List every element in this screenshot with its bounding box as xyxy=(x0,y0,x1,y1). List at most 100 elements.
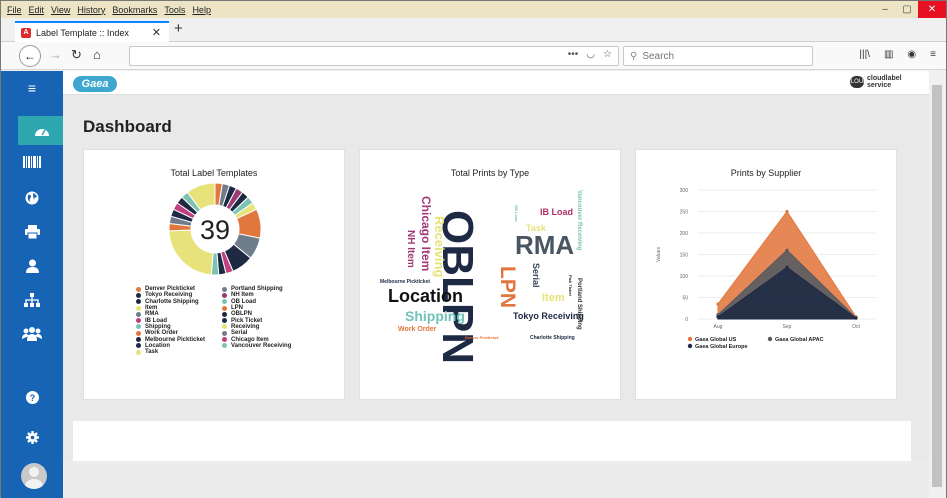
card-title: Prints by Supplier xyxy=(730,168,802,178)
legend-label: Work Order xyxy=(145,330,178,337)
word-cloud-term[interactable]: Shipping xyxy=(405,309,465,323)
data-point[interactable] xyxy=(716,315,720,319)
legend-label: LPN xyxy=(231,305,243,312)
legend-label[interactable]: Gaea Global US xyxy=(695,337,737,343)
printer-icon[interactable] xyxy=(1,221,63,243)
legend-label: Tokyo Receiving xyxy=(145,292,193,299)
word-cloud-term[interactable]: LPN xyxy=(496,266,519,308)
sidebar-toggle-icon[interactable]: ▥ xyxy=(884,49,893,60)
menu-item[interactable]: Tools xyxy=(164,5,185,15)
data-point[interactable] xyxy=(716,302,720,306)
menu-item[interactable]: View xyxy=(51,5,70,15)
hamburger-menu-icon[interactable]: ≡ xyxy=(930,49,936,60)
legend-label[interactable]: Gaea Global Europe xyxy=(695,344,748,350)
globe-icon[interactable] xyxy=(1,187,63,209)
new-tab-icon[interactable]: + xyxy=(174,20,183,37)
word-cloud-term[interactable]: Portland Shipping xyxy=(576,278,582,330)
y-axis-label: Values xyxy=(656,247,662,262)
legend-item[interactable]: Task xyxy=(136,349,222,355)
y-tick-label: 0 xyxy=(685,317,688,323)
word-cloud-term[interactable]: Item xyxy=(542,293,565,304)
word-cloud-term[interactable]: IB Load xyxy=(540,208,573,217)
search-box[interactable]: ⚲ xyxy=(623,46,813,66)
word-cloud-term[interactable]: NH Item xyxy=(405,230,416,268)
total-prints-by-type-card: Total Prints by Type OBLPN RMA Location LPN… xyxy=(359,149,621,400)
legend-label[interactable]: Gaea Global APAC xyxy=(775,337,824,343)
scrollbar-thumb[interactable] xyxy=(932,85,942,487)
close-window-button[interactable]: ✕ xyxy=(918,1,946,18)
legend-swatch xyxy=(136,330,141,336)
search-input[interactable] xyxy=(642,50,793,62)
y-tick-label: 300 xyxy=(680,188,689,194)
vertical-scrollbar[interactable] xyxy=(929,71,946,498)
app-sidebar: ≡ ? xyxy=(1,71,74,498)
barcode-icon[interactable] xyxy=(1,151,63,173)
y-tick-label: 250 xyxy=(680,210,689,216)
home-icon[interactable]: ⌂ xyxy=(93,47,101,62)
dashboard-icon[interactable] xyxy=(18,116,74,145)
menu-item[interactable]: Help xyxy=(192,5,211,15)
svg-text:?: ? xyxy=(29,393,35,403)
close-tab-icon[interactable]: ✕ xyxy=(152,26,161,39)
data-point[interactable] xyxy=(785,265,789,269)
word-cloud-term[interactable]: Serial xyxy=(531,263,541,288)
page-actions-icon[interactable]: ••• xyxy=(568,49,579,60)
legend-swatch xyxy=(222,305,227,311)
user-avatar[interactable] xyxy=(21,463,47,489)
word-cloud-term[interactable]: Chicago Item xyxy=(419,196,433,271)
sitemap-icon[interactable] xyxy=(1,289,63,311)
legend-label: Item xyxy=(145,305,158,312)
menu-item[interactable]: History xyxy=(77,5,105,15)
legend-swatch xyxy=(136,324,141,330)
legend-item[interactable]: Vancouver Receiving xyxy=(222,343,322,349)
word-cloud-term[interactable]: Tokyo Receiving xyxy=(513,312,584,321)
legend-swatch xyxy=(136,349,141,355)
reload-icon[interactable]: ↻ xyxy=(71,47,82,63)
word-cloud-term[interactable]: Melbourne Pickticket xyxy=(380,280,430,285)
data-point[interactable] xyxy=(785,209,789,214)
navigation-bar: ← → ↻ ⌂ ••• ◡ ☆ ⚲ |||\ ▥ ◉ ≡ xyxy=(1,42,946,70)
back-arrow-icon[interactable]: ← xyxy=(19,45,41,67)
word-cloud-term[interactable]: Denver Pickticket xyxy=(465,336,498,340)
users-icon[interactable] xyxy=(1,323,63,345)
gaea-logo[interactable]: Gaea xyxy=(73,76,117,92)
legend-label: Shipping xyxy=(145,323,171,330)
word-cloud-term[interactable]: Vancouver Receiving xyxy=(576,190,582,250)
word-cloud-term[interactable]: RMA xyxy=(515,232,574,258)
forward-arrow-icon[interactable]: → xyxy=(49,47,62,62)
help-icon[interactable]: ? xyxy=(1,386,63,408)
url-bar[interactable]: ••• ◡ ☆ xyxy=(129,46,619,66)
legend-swatch xyxy=(136,343,141,349)
menu-item[interactable]: File xyxy=(7,5,22,15)
word-cloud-term[interactable]: Task xyxy=(526,224,546,233)
word-cloud-term[interactable]: Work Order xyxy=(398,326,436,333)
x-tick-label: Sep xyxy=(783,324,792,330)
word-cloud-term[interactable]: Pick Ticket xyxy=(568,275,573,296)
account-icon[interactable]: ◉ xyxy=(907,49,916,60)
pocket-icon[interactable]: ◡ xyxy=(586,49,595,60)
legend-swatch xyxy=(136,299,141,305)
menu-icon[interactable]: ≡ xyxy=(1,77,63,99)
y-tick-label: 150 xyxy=(680,253,689,259)
word-cloud-term[interactable]: Charlotte Shipping xyxy=(530,336,575,341)
minimize-button[interactable]: – xyxy=(874,1,896,18)
legend-swatch xyxy=(222,337,227,343)
page-title: Dashboard xyxy=(83,117,172,136)
user-icon[interactable] xyxy=(1,255,63,277)
browser-tab[interactable]: A Label Template :: Index ✕ xyxy=(15,21,169,42)
legend-label: Melbourne Pickticket xyxy=(145,336,206,343)
word-cloud-term[interactable]: OB Load xyxy=(514,205,519,222)
menu-item[interactable]: Bookmarks xyxy=(112,5,157,15)
menu-item[interactable]: Edit xyxy=(29,5,45,15)
angular-favicon-icon: A xyxy=(21,27,31,38)
word-cloud-term[interactable]: Location xyxy=(388,287,463,305)
bookmark-star-icon[interactable]: ☆ xyxy=(603,49,612,60)
maximize-button[interactable]: ▢ xyxy=(896,1,918,18)
legend-swatch xyxy=(222,292,227,298)
data-point[interactable] xyxy=(854,316,858,320)
word-cloud-term[interactable]: Receiving xyxy=(432,216,447,277)
library-icon[interactable]: |||\ xyxy=(859,49,870,60)
settings-icon[interactable] xyxy=(1,426,63,448)
legend-label: OB Load xyxy=(231,298,256,305)
data-point[interactable] xyxy=(785,248,789,252)
